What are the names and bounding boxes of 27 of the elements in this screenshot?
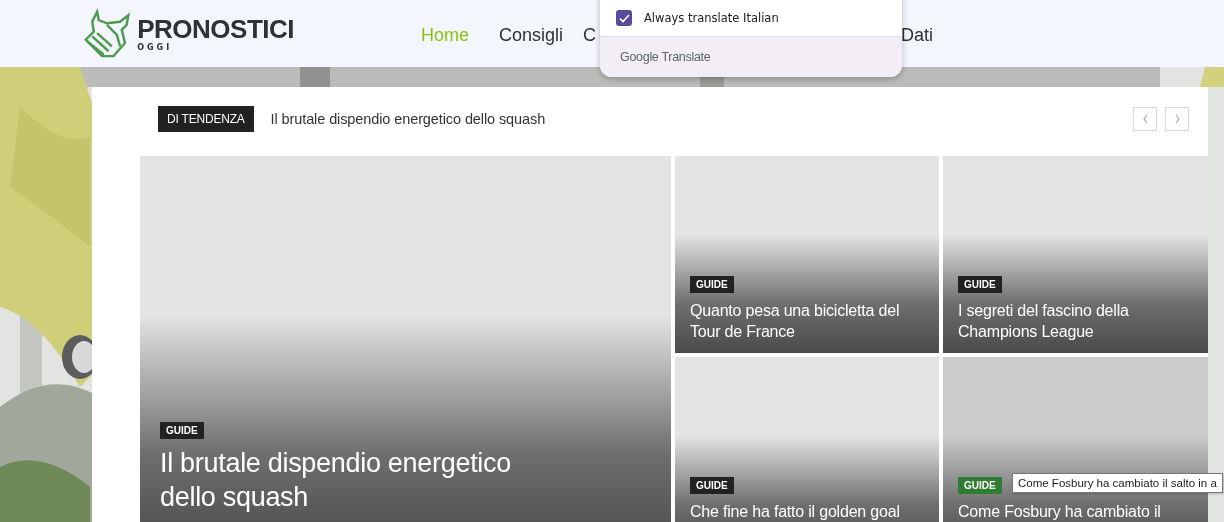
category-tag: GUIDE <box>160 422 204 439</box>
nav-link[interactable]: Dati <box>901 25 934 46</box>
category-tag: GUIDE <box>690 276 734 293</box>
checkbox-label: Always translate Italian <box>644 11 779 25</box>
article-title[interactable]: I segreti del fascino della Champions League <box>958 300 1129 342</box>
checkbox[interactable] <box>616 10 632 26</box>
category-tag: GUIDE <box>690 477 734 494</box>
article-card[interactable]: GUIDE Quanto pesa una bicicletta del Tour de France <box>675 156 939 353</box>
article-card[interactable]: GUIDE Che fine ha fatto il golden goal <box>675 357 939 522</box>
tooltip: Come Fosbury ha cambiato il salto in a <box>1012 473 1223 493</box>
logo-title: PRONOSTICI <box>137 15 294 43</box>
nav-link[interactable]: Consigli <box>499 25 564 46</box>
category-tag: GUIDE <box>958 477 1002 494</box>
provider-label: Google Translate <box>620 50 711 64</box>
previous-button[interactable] <box>1133 107 1157 131</box>
article-title[interactable]: Come Fosbury ha cambiato il <box>958 501 1161 522</box>
trending-label: DI TENDENZA <box>158 106 254 132</box>
logo-subtitle: OGGI <box>137 43 174 52</box>
nav-link[interactable]: C <box>583 25 597 46</box>
next-button[interactable] <box>1165 107 1189 131</box>
article-title[interactable]: Che fine ha fatto il golden goal <box>690 501 900 522</box>
article-card[interactable]: GUIDE I segreti del fascino della Champions League <box>943 156 1208 353</box>
article-card[interactable]: GUIDE Il brutale dispendio energetico dello squash <box>140 156 671 522</box>
category-tag: GUIDE <box>958 276 1002 293</box>
article-title[interactable]: Il brutale dispendio energetico dello squash <box>160 446 511 514</box>
trending-headline[interactable]: Il brutale dispendio energetico dello squash <box>270 111 546 127</box>
article-title[interactable]: Quanto pesa una bicicletta del Tour de France <box>690 300 900 342</box>
